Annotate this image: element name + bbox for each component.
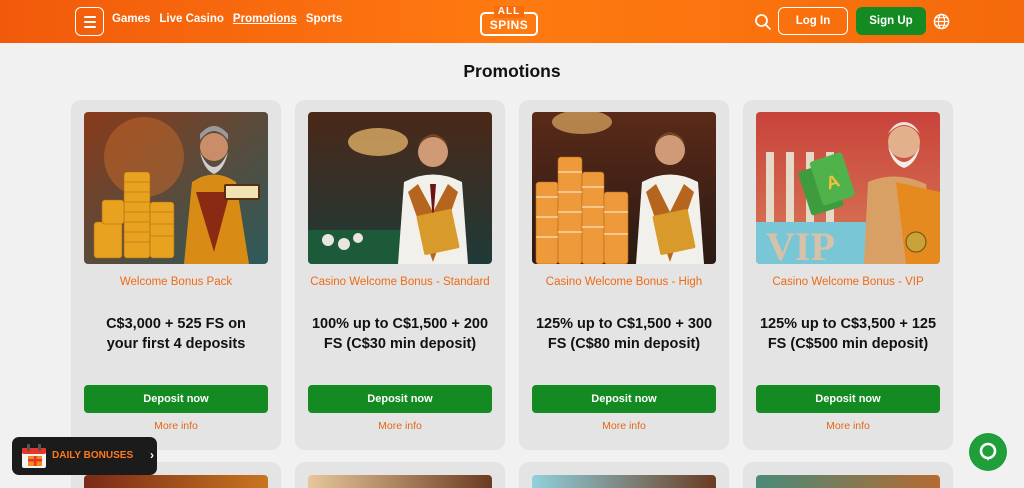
promo-card-partial [519,462,729,488]
page-title: Promotions [463,61,561,81]
svg-text:VIP: VIP [766,224,835,264]
promo-offer: 100% up to C$1,500 + 200 FS (C$30 min de… [311,316,489,352]
promo-title: Welcome Bonus Pack [119,276,233,288]
promo-image-partial [84,475,268,488]
promo-card-standard: Casino Welcome Bonus - Standard 100% up … [295,100,505,450]
promo-card-partial [743,462,953,488]
more-info-link[interactable]: More info [532,420,716,432]
menu-icon-line [83,20,96,23]
more-info-link[interactable]: More info [756,420,940,432]
promo-offer: C$3,000 + 525 FS on your first 4 deposit… [106,316,246,352]
search-icon[interactable] [754,13,772,31]
logo-bottom-text: SPINS [489,18,529,32]
promo-image-partial [308,475,492,488]
promo-card-high: Casino Welcome Bonus - High 125% up to C… [519,100,729,450]
login-button[interactable]: Log In [778,7,848,35]
chat-button[interactable] [969,433,1007,471]
promo-image-host-chips [532,112,716,264]
promo-image-wizard [84,112,268,264]
menu-icon-line [83,15,96,18]
deposit-now-button[interactable]: Deposit now [532,385,716,413]
daily-bonuses-label: DAILY BONUSES [52,450,134,461]
promo-card-welcome-pack: Welcome Bonus Pack C$3,000 + 525 FS on y… [71,100,281,450]
nav-promotions[interactable]: Promotions [233,13,297,25]
promo-offer: 125% up to C$1,500 + 300 FS (C$80 min de… [535,316,713,352]
promo-title: Casino Welcome Bonus - High [545,276,703,288]
nav-live-casino[interactable]: Live Casino [159,13,224,25]
menu-button[interactable] [75,7,104,36]
chevron-right-icon: › [150,448,154,462]
deposit-now-button[interactable]: Deposit now [308,385,492,413]
logo-top-text: ALL [494,6,524,18]
menu-icon-line [83,25,96,28]
daily-bonuses-button[interactable]: DAILY BONUSES › [12,437,157,475]
promo-image-host-table [308,112,492,264]
promo-title: Casino Welcome Bonus - Standard [310,276,490,288]
promo-title: Casino Welcome Bonus - VIP [772,276,924,288]
more-info-link[interactable]: More info [308,420,492,432]
promo-image-partial [756,475,940,488]
signup-button[interactable]: Sign Up [856,7,926,35]
promo-card-partial [295,462,505,488]
deposit-now-button[interactable]: Deposit now [84,385,268,413]
main-nav: Games Live Casino Promotions Sports [112,13,342,25]
promo-offer: 125% up to C$3,500 + 125 FS (C$500 min d… [759,316,937,352]
nav-sports[interactable]: Sports [306,13,342,25]
deposit-now-button[interactable]: Deposit now [756,385,940,413]
promo-image-partial [532,475,716,488]
promo-card-vip: VIP A Casino Welcome Bonus - VIP 125% up… [743,100,953,450]
nav-games[interactable]: Games [112,13,150,25]
more-info-link[interactable]: More info [84,420,268,432]
site-logo[interactable]: ALL SPINS [480,4,542,38]
chat-icon [979,442,997,461]
globe-icon[interactable] [933,13,950,30]
promo-image-vip-zeus: VIP A [756,112,940,264]
gift-calendar-icon [22,444,46,468]
site-header: Games Live Casino Promotions Sports ALL … [0,0,1024,43]
